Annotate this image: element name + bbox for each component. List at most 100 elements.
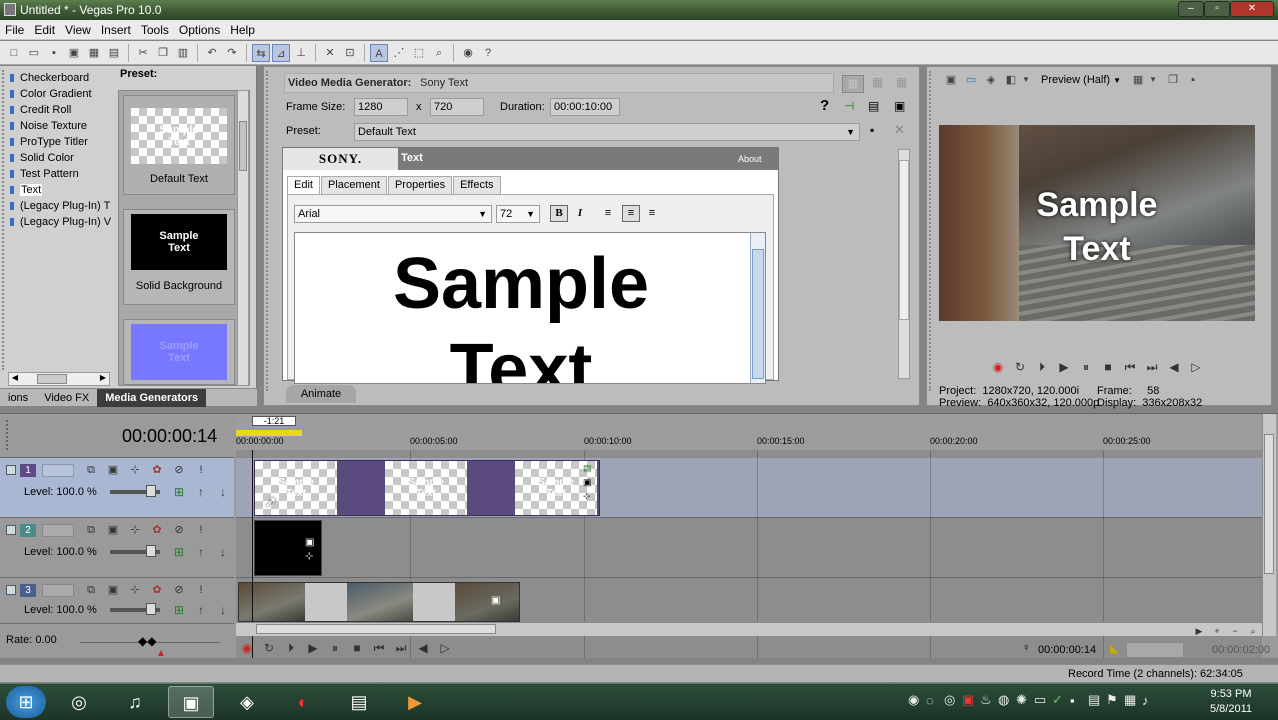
undo-icon[interactable]: ↶	[203, 44, 221, 62]
scroll-thumb[interactable]	[899, 160, 909, 320]
menu-insert[interactable]: Insert	[96, 20, 136, 40]
preset-vscroll[interactable]	[237, 90, 249, 386]
new-file-icon[interactable]: □	[5, 44, 23, 62]
go-to-start-icon[interactable]: ⏮	[370, 640, 388, 656]
parent-composite-icon[interactable]: ✿	[148, 522, 166, 538]
tab-video-fx[interactable]: Video FX	[36, 389, 97, 407]
generator-credit-roll[interactable]: Credit Roll	[8, 102, 112, 118]
panel-grip[interactable]	[266, 71, 270, 391]
next-frame-icon[interactable]: ▷	[436, 640, 454, 656]
event-pan-crop-icon[interactable]: ▣	[491, 595, 500, 606]
stop-icon[interactable]: ■	[348, 640, 366, 656]
panel-grip[interactable]	[2, 70, 6, 370]
event-fx-icon[interactable]: ⊹	[583, 491, 591, 502]
tab-properties[interactable]: Properties	[387, 176, 453, 194]
whats-this-help-icon[interactable]: ?	[479, 44, 497, 62]
external-monitor-icon[interactable]: ▭	[962, 71, 980, 89]
maximize-button[interactable]: ▫	[1204, 1, 1230, 17]
track-name-field[interactable]	[42, 523, 74, 537]
scroll-left-icon[interactable]: ◀	[9, 373, 21, 385]
tray-icon[interactable]: ✓	[1052, 692, 1070, 708]
about-link[interactable]: About	[738, 154, 762, 164]
view-toggle-icon[interactable]: ▥	[842, 75, 864, 93]
tray-icon[interactable]: ◉	[908, 692, 926, 708]
loop-region-label[interactable]: -1:21	[252, 416, 296, 426]
move-down-icon[interactable]: ↓	[214, 602, 232, 618]
save-preset-icon[interactable]: ▪	[870, 123, 874, 137]
parent-composite-icon[interactable]: ✿	[148, 462, 166, 478]
auto-crossfade-icon[interactable]: ✕	[321, 44, 339, 62]
ignore-grouping-icon[interactable]: ⊡	[341, 44, 359, 62]
align-center-icon[interactable]: ≡	[622, 205, 640, 222]
align-right-icon[interactable]: ≡	[644, 205, 660, 222]
overlays-icon[interactable]: ▦	[1129, 71, 1147, 89]
font-size-dropdown[interactable]: 72 ▼	[496, 205, 540, 223]
open-folder-icon[interactable]: ▭	[25, 44, 43, 62]
track-fx-icon[interactable]: ▣	[104, 522, 122, 538]
tray-icon[interactable]: ♨	[980, 692, 998, 708]
network-icon[interactable]: ▦	[1124, 692, 1142, 708]
solo-icon[interactable]: !	[192, 462, 210, 478]
play-from-start-icon[interactable]: ⏵	[1033, 359, 1051, 375]
scroll-right-icon[interactable]: ▶	[1192, 623, 1206, 639]
tab-effects[interactable]: Effects	[453, 176, 501, 194]
app-taskbar-icon[interactable]: ▤	[336, 686, 382, 718]
solid-event-clip[interactable]: ▣ ⊹	[254, 520, 322, 576]
event-pan-crop-icon[interactable]: ▣	[583, 477, 592, 488]
frame-height-field[interactable]: 720	[430, 98, 484, 116]
menu-tools[interactable]: Tools	[136, 20, 174, 40]
panel-grip[interactable]	[6, 420, 10, 450]
generator-list-hscroll[interactable]: ◀ ▶	[8, 372, 110, 386]
plugin-properties-icon[interactable]: ▤	[868, 99, 879, 113]
stop-icon[interactable]: ■	[1099, 359, 1117, 375]
italic-button[interactable]: I	[572, 205, 588, 222]
pause-icon[interactable]: ⏸	[326, 640, 344, 656]
event-fx-icon[interactable]: ⊹	[305, 551, 313, 562]
flag-icon[interactable]: ⚑	[1106, 692, 1124, 708]
app-taskbar-icon[interactable]: ◐	[280, 686, 326, 718]
tray-icon[interactable]: ◍	[998, 692, 1016, 708]
tab-placement[interactable]: Placement	[320, 176, 387, 194]
previous-frame-icon[interactable]: ◀	[1165, 359, 1183, 375]
generator-test-pattern[interactable]: Test Pattern	[8, 166, 112, 182]
text-editor-vscroll[interactable]	[750, 233, 765, 383]
tray-icon[interactable]: ◎	[944, 692, 962, 708]
zoom-tool-icon[interactable]: ⌕	[430, 44, 448, 62]
compositing-mode-icon[interactable]: ⊹	[126, 522, 144, 538]
vegas-taskbar-icon[interactable]: ▣	[168, 686, 214, 718]
move-down-icon[interactable]: ↓	[214, 484, 232, 500]
composite-icon[interactable]: ⊞	[170, 602, 188, 618]
rate-slider-thumb[interactable]: ◆◆	[138, 634, 156, 648]
record-icon[interactable]: ◉	[989, 359, 1007, 375]
track-fx-icon[interactable]: ▣	[104, 582, 122, 598]
slider-thumb[interactable]	[146, 603, 156, 615]
delete-preset-icon[interactable]: ✕	[894, 122, 905, 138]
generator-checkerboard[interactable]: Checkerboard	[8, 70, 112, 86]
preset-blue-background[interactable]: Sample Text	[123, 319, 235, 385]
copy-icon[interactable]: ❐	[154, 44, 172, 62]
compositing-mode-icon[interactable]: ⊹	[126, 462, 144, 478]
itunes-taskbar-icon[interactable]: ♫	[112, 686, 158, 718]
tray-icon[interactable]: ▣	[962, 692, 980, 708]
video-taskbar-icon[interactable]: ▶	[392, 686, 438, 718]
track-name-field[interactable]	[42, 463, 74, 477]
redo-icon[interactable]: ↷	[223, 44, 241, 62]
zoom-tool-icon[interactable]: ⌕	[1246, 623, 1260, 639]
parent-composite-icon[interactable]: ✿	[148, 582, 166, 598]
slider-thumb[interactable]	[146, 485, 156, 497]
mute-icon[interactable]: ⊘	[170, 522, 188, 538]
selection-edit-tool-icon[interactable]: ⬚	[410, 44, 428, 62]
save-icon[interactable]: ▪	[45, 44, 63, 62]
scroll-thumb[interactable]	[37, 374, 67, 384]
generated-media-icon[interactable]: ▤	[583, 463, 592, 474]
next-frame-icon[interactable]: ▷	[1187, 359, 1205, 375]
solo-icon[interactable]: !	[192, 522, 210, 538]
generator-protype-titler[interactable]: ProType Titler	[8, 134, 112, 150]
chevron-down-icon[interactable]: ▼	[1022, 71, 1030, 89]
compositing-mode-icon[interactable]: ⊹	[126, 582, 144, 598]
normal-edit-tool-icon[interactable]: A	[370, 43, 388, 62]
track-minimize-icon[interactable]	[6, 465, 16, 475]
tab-edit[interactable]: Edit	[287, 176, 320, 194]
timeline-hscroll[interactable]: ▶ + − ⌕	[236, 622, 1262, 636]
play-icon[interactable]: ▶	[304, 640, 322, 656]
